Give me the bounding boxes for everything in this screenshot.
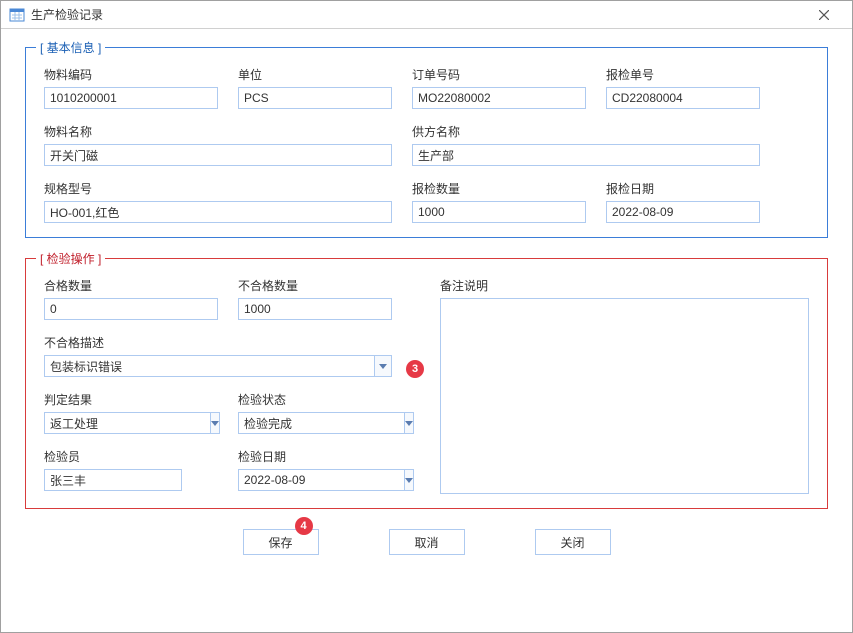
pass-qty-field: 合格数量 <box>44 277 218 320</box>
supplier-name-label: 供方名称 <box>412 123 760 140</box>
result-input[interactable] <box>44 412 210 434</box>
inspector-label: 检验员 <box>44 448 182 465</box>
check-date-label: 检验日期 <box>238 448 392 465</box>
inspect-no-field: 报检单号 <box>606 66 760 109</box>
result-dropdown-button[interactable] <box>210 412 220 434</box>
unit-label: 单位 <box>238 66 392 83</box>
unit-input[interactable] <box>238 87 392 109</box>
result-label: 判定结果 <box>44 391 182 408</box>
chevron-down-icon <box>211 421 219 426</box>
status-field: 检验状态 <box>238 391 392 434</box>
status-label: 检验状态 <box>238 391 392 408</box>
window-title: 生产检验记录 <box>31 6 103 23</box>
spec-input[interactable] <box>44 201 392 223</box>
fail-desc-field: 不合格描述 <box>44 334 392 377</box>
fail-desc-label: 不合格描述 <box>44 334 392 351</box>
order-no-label: 订单号码 <box>412 66 586 83</box>
inspect-date-label: 报检日期 <box>606 180 760 197</box>
inspect-no-input[interactable] <box>606 87 760 109</box>
fail-qty-label: 不合格数量 <box>238 277 392 294</box>
inspect-qty-input[interactable] <box>412 201 586 223</box>
pass-qty-input[interactable] <box>44 298 218 320</box>
close-icon[interactable] <box>804 1 844 29</box>
inspect-no-label: 报检单号 <box>606 66 760 83</box>
inspect-date-field: 报检日期 <box>606 180 760 223</box>
inspect-qty-field: 报检数量 <box>412 180 586 223</box>
material-name-field: 物料名称 <box>44 123 392 166</box>
close-button[interactable]: 关闭 <box>535 529 611 555</box>
remark-textarea[interactable] <box>440 298 809 494</box>
material-code-field: 物料编码 <box>44 66 218 109</box>
supplier-name-field: 供方名称 <box>412 123 760 166</box>
material-name-label: 物料名称 <box>44 123 392 140</box>
titlebar: 生产检验记录 <box>1 1 852 29</box>
basic-info-section: [ 基本信息 ] 物料编码 单位 订单号码 报检单号 <box>25 47 828 238</box>
order-no-input[interactable] <box>412 87 586 109</box>
result-field: 判定结果 <box>44 391 182 434</box>
button-row: 4 保存 取消 关闭 <box>25 529 828 555</box>
badge-4: 4 <box>295 517 313 535</box>
inspect-qty-label: 报检数量 <box>412 180 586 197</box>
pass-qty-label: 合格数量 <box>44 277 218 294</box>
app-icon <box>9 7 25 23</box>
inspector-input[interactable] <box>44 469 182 491</box>
supplier-name-input[interactable] <box>412 144 760 166</box>
fail-qty-input[interactable] <box>238 298 392 320</box>
check-date-field: 检验日期 <box>238 448 392 491</box>
spec-label: 规格型号 <box>44 180 392 197</box>
inspector-field: 检验员 <box>44 448 182 491</box>
unit-field: 单位 <box>238 66 392 109</box>
inspect-op-section: [ 检验操作 ] 合格数量 不合格数量 <box>25 258 828 509</box>
material-code-label: 物料编码 <box>44 66 218 83</box>
chevron-down-icon <box>379 364 387 369</box>
spec-field: 规格型号 <box>44 180 392 223</box>
inspect-date-input[interactable] <box>606 201 760 223</box>
cancel-button[interactable]: 取消 <box>389 529 465 555</box>
badge-3: 3 <box>406 360 424 378</box>
material-code-input[interactable] <box>44 87 218 109</box>
material-name-input[interactable] <box>44 144 392 166</box>
inspect-op-legend: [ 检验操作 ] <box>36 250 105 267</box>
status-input[interactable] <box>238 412 404 434</box>
order-no-field: 订单号码 <box>412 66 586 109</box>
check-date-input[interactable] <box>238 469 404 491</box>
fail-desc-dropdown-button[interactable] <box>374 355 392 377</box>
window-frame: 生产检验记录 [ 基本信息 ] 物料编码 单位 <box>0 0 853 633</box>
basic-info-legend: [ 基本信息 ] <box>36 39 105 56</box>
remark-label: 备注说明 <box>440 277 809 294</box>
content-area: [ 基本信息 ] 物料编码 单位 订单号码 报检单号 <box>1 29 852 632</box>
fail-desc-input[interactable] <box>44 355 374 377</box>
fail-qty-field: 不合格数量 <box>238 277 392 320</box>
